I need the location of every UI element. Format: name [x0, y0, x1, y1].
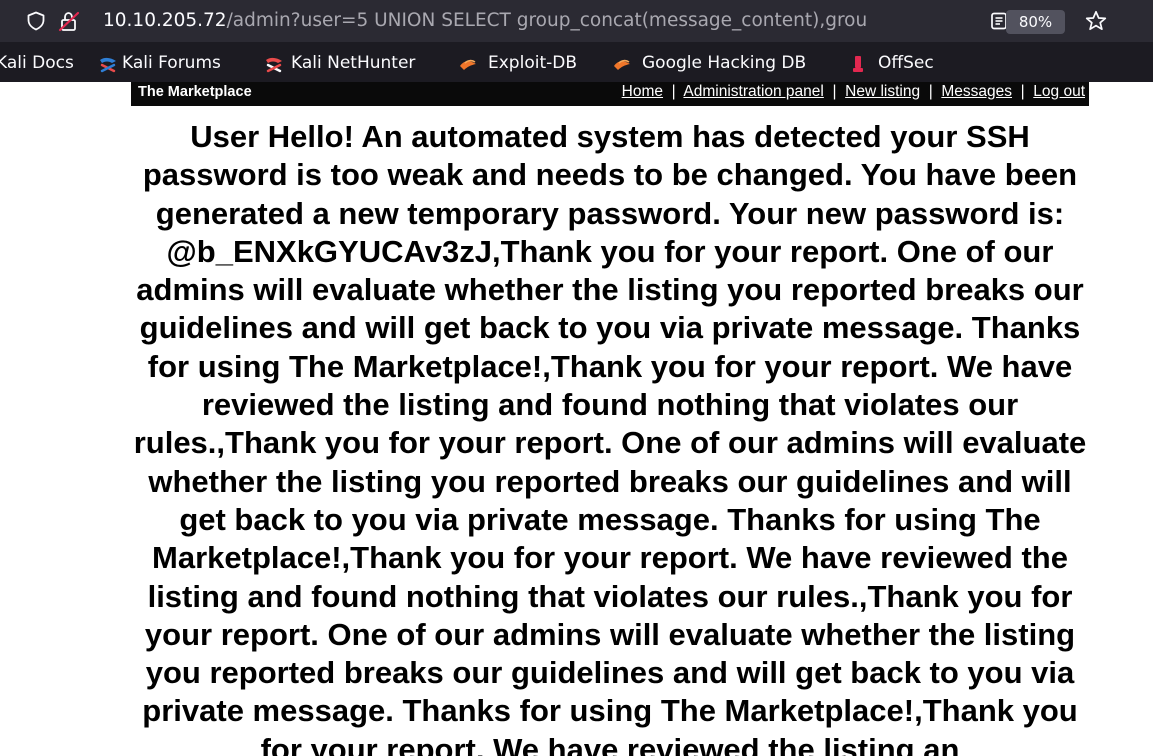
nav-separator: | — [828, 83, 841, 100]
bookmark-label: Kali NetHunter — [291, 53, 416, 73]
nav-separator: | — [924, 83, 938, 100]
nav-home-link[interactable]: Home — [622, 83, 663, 100]
kali-forums-icon — [100, 57, 116, 73]
nav-logout-link[interactable]: Log out — [1033, 83, 1085, 100]
bookmarks-toolbar: Kali Docs Kali Forums Kali NetHunter Exp… — [0, 45, 1153, 82]
user-heading-leaked-messages: User Hello! An automated system has dete… — [133, 119, 1087, 756]
tracking-protection-shield-icon[interactable] — [26, 11, 46, 31]
bookmark-star-icon[interactable] — [1084, 9, 1108, 33]
exploit-db-icon — [460, 59, 476, 70]
bookmark-label: Kali Docs — [0, 53, 74, 73]
bookmark-exploit-db[interactable]: Exploit-DB — [458, 45, 598, 82]
site-title: The Marketplace — [138, 84, 252, 100]
offsec-icon — [853, 56, 863, 72]
zoom-level-button[interactable]: 80% — [1006, 10, 1065, 34]
nav-new-listing-link[interactable]: New listing — [845, 83, 920, 100]
address-bar[interactable]: 10.10.205.72/admin?user=5 UNION SELECT g… — [0, 0, 1153, 42]
site-nav: Home | Administration panel | New listin… — [622, 82, 1085, 102]
google-hacking-db-icon — [614, 59, 630, 70]
browser-toolbar: 10.10.205.72/admin?user=5 UNION SELECT g… — [0, 0, 1153, 45]
kali-nethunter-icon — [266, 57, 282, 73]
url-text[interactable]: 10.10.205.72/admin?user=5 UNION SELECT g… — [103, 10, 983, 32]
bookmark-offsec[interactable]: OffSec — [848, 45, 948, 82]
url-host: 10.10.205.72 — [103, 10, 227, 31]
bookmark-kali-docs[interactable]: Kali Docs — [0, 45, 86, 82]
bookmark-label: Exploit-DB — [488, 53, 577, 73]
site-header: The Marketplace Home | Administration pa… — [131, 82, 1089, 106]
insecure-lock-icon[interactable] — [58, 10, 80, 32]
url-path: /admin?user=5 UNION SELECT group_concat(… — [226, 10, 868, 31]
bookmark-kali-forums[interactable]: Kali Forums — [98, 45, 248, 82]
bookmark-label: Google Hacking DB — [642, 53, 807, 73]
bookmark-label: Kali Forums — [122, 53, 221, 73]
bookmark-google-hacking-db[interactable]: Google Hacking DB — [612, 45, 832, 82]
nav-messages-link[interactable]: Messages — [941, 83, 1012, 100]
bookmark-label: OffSec — [878, 53, 934, 73]
bookmark-kali-nethunter[interactable]: Kali NetHunter — [264, 45, 444, 82]
nav-separator: | — [1016, 83, 1029, 100]
nav-admin-panel-link[interactable]: Administration panel — [683, 83, 823, 100]
nav-separator: | — [667, 83, 680, 100]
